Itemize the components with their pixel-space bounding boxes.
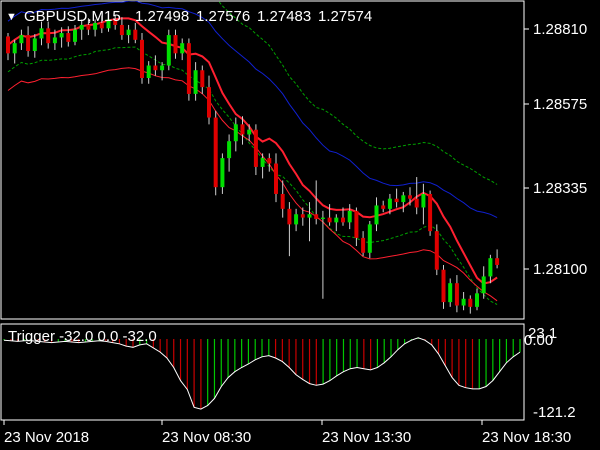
bear-candle-body bbox=[200, 70, 205, 88]
ohlc-low: 1.27483 bbox=[257, 8, 311, 25]
bull-candle-body bbox=[387, 198, 392, 209]
bull-candle-body bbox=[32, 38, 37, 51]
bear-candle-body bbox=[66, 33, 71, 42]
bear-candle-body bbox=[428, 193, 433, 232]
bull-candle-body bbox=[320, 217, 325, 219]
time-axis-label: 23 Nov 2018 bbox=[4, 429, 89, 446]
bear-candle-body bbox=[381, 205, 386, 209]
collapse-arrow-icon[interactable]: ▼ bbox=[6, 11, 17, 23]
ohlc-close: 1.27574 bbox=[318, 8, 372, 25]
indicator-zero-label: 0.00 bbox=[524, 332, 553, 349]
time-axis: 23 Nov 2018 23 Nov 08:30 23 Nov 13:30 23… bbox=[3, 420, 571, 446]
bull-candle-body bbox=[220, 158, 225, 188]
bear-candle-body bbox=[280, 193, 285, 209]
price-axis-label: 1.28810 bbox=[533, 21, 587, 38]
bull-candle-body bbox=[461, 298, 466, 306]
bear-candle-body bbox=[253, 129, 258, 167]
bull-candle-body bbox=[233, 124, 238, 142]
time-axis-label: 23 Nov 13:30 bbox=[322, 429, 411, 446]
bull-candle-body bbox=[260, 158, 265, 167]
bear-candle-body bbox=[361, 237, 366, 253]
price-axis-label: 1.28100 bbox=[533, 261, 587, 278]
bear-candle-body bbox=[468, 298, 473, 307]
bear-candle-body bbox=[140, 39, 144, 79]
bear-candle-body bbox=[6, 36, 10, 54]
price-axis: 1.28810 1.28575 1.28335 1.28100 bbox=[524, 21, 587, 278]
trading-chart[interactable]: ▼ GBPUSD,M15 1.27498 1.27576 1.27483 1.2… bbox=[0, 0, 600, 450]
price-axis-label: 1.28575 bbox=[533, 96, 587, 113]
bear-candle-body bbox=[274, 163, 278, 194]
bull-candle-body bbox=[347, 210, 352, 223]
bull-candle-body bbox=[374, 205, 379, 225]
bear-candle-body bbox=[434, 231, 439, 270]
bull-candle-body bbox=[475, 293, 479, 307]
bull-candle-body bbox=[79, 24, 84, 30]
bear-candle-body bbox=[354, 210, 359, 238]
bear-candle-body bbox=[119, 24, 124, 36]
bear-candle-body bbox=[454, 283, 459, 306]
bull-candle-body bbox=[488, 258, 493, 277]
bull-candle-body bbox=[52, 37, 57, 44]
bear-candle-body bbox=[300, 214, 305, 218]
bear-candle-body bbox=[408, 195, 412, 199]
time-axis-label: 23 Nov 08:30 bbox=[162, 429, 251, 446]
bull-candle-body bbox=[39, 28, 44, 39]
bear-candle-body bbox=[46, 28, 51, 44]
bull-candle-body bbox=[180, 43, 185, 54]
bear-candle-body bbox=[441, 269, 446, 303]
bull-candle-body bbox=[247, 129, 252, 135]
bear-candle-body bbox=[213, 117, 218, 188]
bull-candle-body bbox=[146, 65, 151, 79]
bear-candle-body bbox=[341, 217, 345, 223]
bear-candle-body bbox=[267, 158, 272, 164]
bear-candle-body bbox=[173, 35, 178, 54]
bear-candle-body bbox=[287, 208, 292, 225]
bull-candle-body bbox=[421, 193, 426, 208]
bear-candle-body bbox=[327, 217, 332, 223]
bear-candle-body bbox=[394, 198, 399, 203]
bear-candle-body bbox=[186, 43, 191, 94]
bull-candle-body bbox=[294, 214, 299, 225]
bear-candle-body bbox=[153, 65, 158, 71]
bull-candle-body bbox=[160, 65, 165, 71]
bear-candle-body bbox=[207, 87, 211, 118]
bull-candle-body bbox=[193, 70, 198, 94]
bull-candle-body bbox=[227, 141, 232, 159]
bear-candle-body bbox=[133, 29, 138, 40]
bull-candle-body bbox=[448, 283, 453, 303]
bull-candle-body bbox=[73, 29, 77, 42]
bull-candle-body bbox=[166, 35, 171, 66]
indicator-title: Trigger -32.0 0.0 -32.0 bbox=[8, 328, 157, 345]
bear-candle-body bbox=[314, 214, 319, 219]
bull-candle-body bbox=[19, 35, 24, 44]
ohlc-high: 1.27576 bbox=[196, 8, 250, 25]
bull-candle-body bbox=[481, 276, 486, 294]
bear-candle-body bbox=[86, 24, 91, 30]
bull-candle-body bbox=[334, 217, 339, 223]
bull-candle-body bbox=[307, 214, 312, 218]
bull-candle-body bbox=[12, 43, 17, 54]
bull-candle-body bbox=[367, 224, 372, 253]
bear-candle-body bbox=[240, 124, 245, 135]
price-axis-label: 1.28335 bbox=[533, 180, 587, 197]
bull-candle-body bbox=[59, 33, 64, 38]
bull-candle-body bbox=[401, 195, 406, 203]
bear-candle-body bbox=[414, 198, 419, 208]
time-axis-label: 23 Nov 18:30 bbox=[482, 429, 571, 446]
ohlc-open: 1.27498 bbox=[135, 8, 189, 25]
bear-candle-body bbox=[495, 258, 500, 265]
bull-candle-body bbox=[126, 29, 131, 36]
symbol-timeframe-label: GBPUSD,M15 bbox=[24, 8, 121, 25]
bear-candle-body bbox=[26, 35, 31, 51]
indicator-min-label: -121.2 bbox=[533, 404, 576, 421]
